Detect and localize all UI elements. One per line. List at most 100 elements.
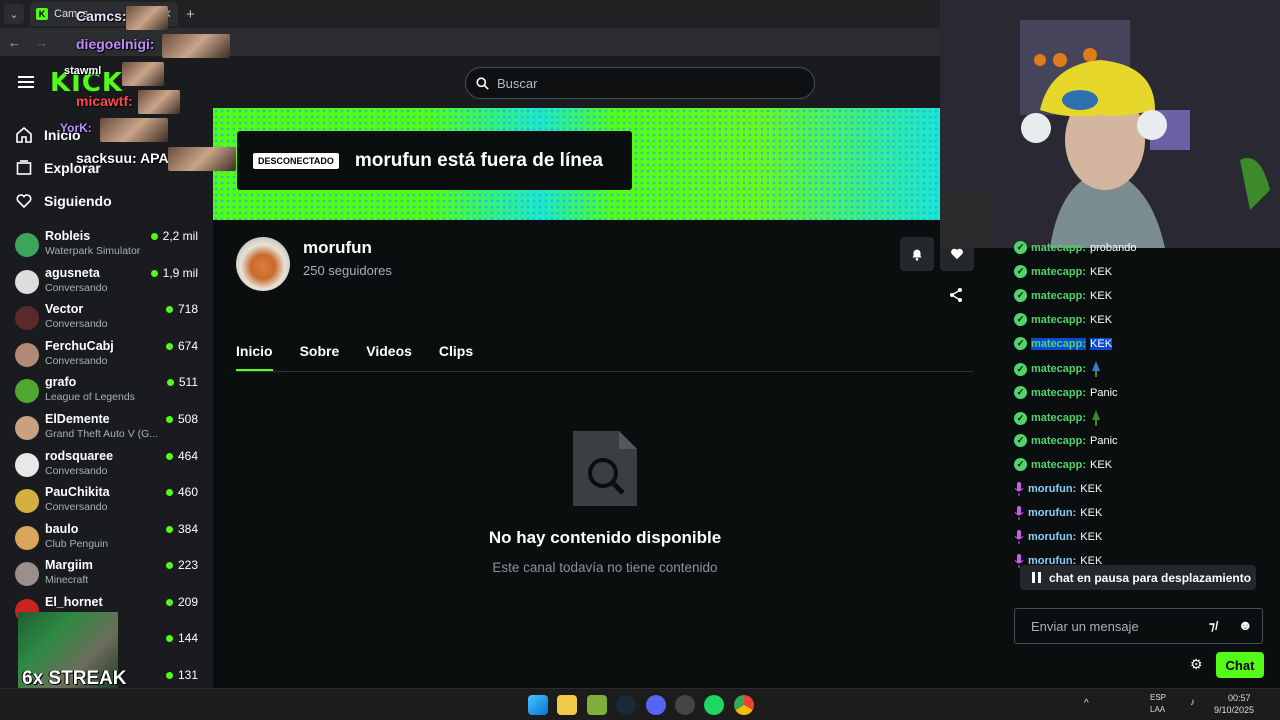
viewer-count-value: 718 <box>177 302 198 316</box>
empty-subtitle: Este canal todavía no tiene contenido <box>492 560 718 575</box>
following-item[interactable]: rodsquaree Conversando 464 <box>0 446 213 482</box>
avatar <box>15 306 39 330</box>
following-item[interactable]: Margiim Minecraft 223 <box>0 555 213 591</box>
chat-username[interactable]: matecapp: <box>1031 337 1087 350</box>
start-icon[interactable] <box>528 695 548 715</box>
kick-favicon-icon: K <box>36 8 48 20</box>
commands-icon[interactable]: ⁊/ <box>1209 619 1218 633</box>
chat-username[interactable]: matecapp: <box>1031 242 1086 254</box>
chat-message: ✓ matecapp: probando <box>1014 241 1137 254</box>
kick-logo[interactable]: KICK <box>50 68 123 98</box>
chat-paused-banner[interactable]: chat en pausa para desplazamiento <box>1020 565 1256 590</box>
volume-icon[interactable]: ♪ <box>1190 697 1195 708</box>
channel-category: Grand Theft Auto V (G... <box>45 428 159 440</box>
close-tab-icon[interactable]: ✕ <box>162 7 172 21</box>
tab-inicio[interactable]: Inicio <box>236 343 273 371</box>
channel-category: Conversando <box>45 465 108 477</box>
viewer-count: 508 <box>165 412 198 426</box>
chat-username[interactable]: morufun: <box>1028 507 1076 519</box>
following-item[interactable]: ElDemente Grand Theft Auto V (G... 508 <box>0 409 213 445</box>
chat-username[interactable]: matecapp: <box>1031 314 1086 326</box>
search-input[interactable]: Buscar <box>465 67 815 99</box>
windows-taskbar: ^ ESP LAA ♪ 00:57 9/10/2025 <box>0 688 1280 720</box>
chat-username[interactable]: matecapp: <box>1031 412 1086 424</box>
verified-badge-icon: ✓ <box>1014 411 1027 425</box>
menu-icon[interactable] <box>18 76 34 88</box>
nav-inicio[interactable]: Inicio <box>0 119 213 151</box>
chat-text: KEK <box>1090 265 1113 278</box>
microphone-badge-icon <box>1014 506 1024 520</box>
nav-explorar[interactable]: Explorar <box>0 152 213 184</box>
following-item[interactable]: baulo Club Penguin 384 <box>0 519 213 555</box>
share-icon <box>950 288 962 302</box>
chat-username[interactable]: morufun: <box>1028 531 1076 543</box>
chat-username[interactable]: matecapp: <box>1031 363 1086 375</box>
chat-username[interactable]: morufun: <box>1028 483 1076 495</box>
channel-avatar[interactable] <box>236 237 290 291</box>
viewer-count-value: 460 <box>177 485 198 499</box>
following-item[interactable]: Robleis Waterpark Simulator 2,2 mil <box>0 226 213 262</box>
notification-button[interactable] <box>900 237 934 271</box>
following-item[interactable]: agusneta Conversando 1,9 mil <box>0 263 213 299</box>
channel-tabs: Inicio Sobre Videos Clips <box>236 343 473 371</box>
live-dot-icon <box>165 525 173 533</box>
nav-siguiendo[interactable]: Siguiendo <box>0 185 213 217</box>
chat-username[interactable]: matecapp: <box>1031 266 1086 278</box>
channel-category: Minecraft <box>45 574 89 586</box>
channel-name-title[interactable]: morufun <box>303 238 372 258</box>
viewer-count-value: 511 <box>178 375 198 389</box>
tab-list-button[interactable]: ⌄ <box>4 4 24 24</box>
chat-username[interactable]: matecapp: <box>1031 435 1086 447</box>
following-item[interactable]: PauChikita Conversando 460 <box>0 482 213 518</box>
chat-paused-text: chat en pausa para desplazamiento <box>1049 570 1252 585</box>
spotify-icon[interactable] <box>704 695 724 715</box>
chat-username[interactable]: matecapp: <box>1031 459 1086 471</box>
emoji-icon[interactable]: ☻ <box>1238 617 1253 633</box>
chat-text: Panic <box>1090 386 1118 399</box>
chat-username[interactable]: matecapp: <box>1031 290 1086 302</box>
avatar <box>15 343 39 367</box>
file-explorer-icon[interactable] <box>557 695 577 715</box>
chat-message: ✓ matecapp: <box>1014 410 1102 426</box>
pause-icon <box>1032 572 1041 583</box>
steam-icon[interactable] <box>616 695 636 715</box>
following-item[interactable]: grafo League of Legends 511 <box>0 372 213 408</box>
live-dot-icon <box>165 561 173 569</box>
discord-icon[interactable] <box>646 695 666 715</box>
offline-card: DESCONECTADO morufun está fuera de línea <box>237 131 632 190</box>
clock-time[interactable]: 00:57 <box>1228 693 1251 703</box>
following-item[interactable]: Vector Conversando 718 <box>0 299 213 335</box>
chat-send-button[interactable]: Chat <box>1216 652 1264 678</box>
live-dot-icon <box>165 305 173 313</box>
language-indicator[interactable]: ESP <box>1150 693 1166 702</box>
chat-username[interactable]: matecapp: <box>1031 387 1086 399</box>
share-button[interactable] <box>948 287 964 308</box>
obs-icon[interactable] <box>675 695 695 715</box>
emote-icon <box>1092 410 1101 426</box>
chat-message: ✓ matecapp: KEK <box>1014 289 1112 302</box>
channel-name: FerchuCabj <box>45 339 114 353</box>
browser-tab[interactable]: K Camcs ✕ <box>30 2 178 26</box>
tab-sobre[interactable]: Sobre <box>300 343 340 371</box>
back-icon[interactable]: ← <box>8 35 21 50</box>
app-icon[interactable] <box>587 695 607 715</box>
viewer-count: 384 <box>165 522 198 536</box>
channel-name: El_hornet <box>45 595 103 609</box>
webcam-image <box>940 0 1280 248</box>
tab-clips[interactable]: Clips <box>439 343 473 371</box>
chat-settings-icon[interactable]: ⚙ <box>1190 656 1203 673</box>
chrome-icon[interactable] <box>734 695 754 715</box>
tab-videos[interactable]: Videos <box>366 343 412 371</box>
following-item[interactable]: FerchuCabj Conversando 674 <box>0 336 213 372</box>
channel-name: Vector <box>45 302 84 316</box>
verified-badge-icon: ✓ <box>1014 362 1027 376</box>
viewer-count-value: 223 <box>177 558 198 572</box>
tray-arrow-icon[interactable]: ^ <box>1084 698 1089 709</box>
new-tab-button[interactable]: + <box>186 6 195 23</box>
chat-input[interactable]: Enviar un mensaje ⁊/ ☻ <box>1014 608 1263 644</box>
live-dot-icon <box>150 232 158 240</box>
channel-name: grafo <box>45 375 77 389</box>
channel-category: Conversando <box>45 355 108 367</box>
forward-icon[interactable]: → <box>35 35 48 50</box>
viewer-count-value: 508 <box>177 412 198 426</box>
